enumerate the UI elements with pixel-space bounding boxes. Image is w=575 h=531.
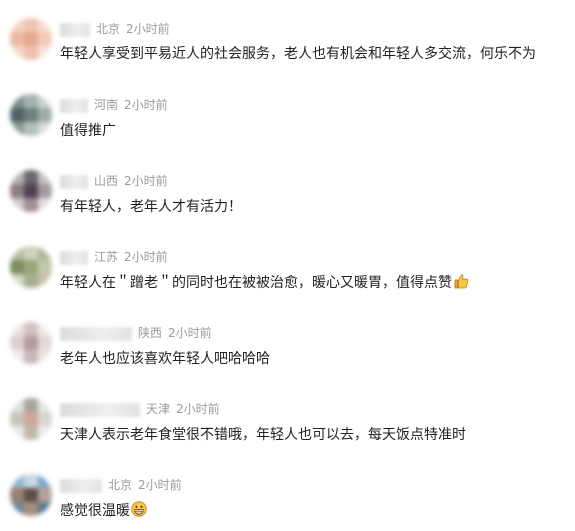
comment-location: 北京 <box>108 478 133 492</box>
comment-text: 有年轻人，老年人才有活力！ <box>60 199 242 215</box>
avatar[interactable] <box>10 94 52 136</box>
comment-location: 江苏 <box>94 250 119 264</box>
comment-item: 天津 2小时前 天津人表示老年食堂很不错哦，年轻人也可以去，每天饭点特准时 <box>0 380 575 455</box>
comment-location: 河南 <box>94 98 119 112</box>
comment-meta: 北京 2小时前 <box>60 20 170 38</box>
username-blurred[interactable] <box>60 402 140 417</box>
comment-item: 江苏 2小时前 年轻人在＂蹭老＂的同时也在被被治愈，暖心又暖胃，值得点赞 <box>0 228 575 303</box>
comment-time: 2小时前 <box>138 478 182 492</box>
comment-time: 2小时前 <box>176 402 220 416</box>
avatar[interactable] <box>10 398 52 440</box>
avatar[interactable] <box>10 246 52 288</box>
username-blurred[interactable] <box>60 22 90 37</box>
username-blurred[interactable] <box>60 326 132 341</box>
grinning-face-emoji <box>131 501 147 517</box>
comment-location: 北京 <box>96 22 121 36</box>
username-blurred[interactable] <box>60 478 102 493</box>
comment-location: 天津 <box>146 402 171 416</box>
comment-text: 年轻人在＂蹭老＂的同时也在被被治愈，暖心又暖胃，值得点赞 <box>60 275 452 291</box>
comment-time: 2小时前 <box>126 22 170 36</box>
comment-item: 河南 2小时前 值得推广 <box>0 76 575 151</box>
comment-time: 2小时前 <box>168 326 212 340</box>
comment-meta: 江苏 2小时前 <box>60 248 168 266</box>
username-blurred[interactable] <box>60 98 88 113</box>
comment-text: 年轻人享受到平易近人的社会服务，老人也有机会和年轻人多交流，何乐不为 <box>60 46 536 62</box>
comment-time: 2小时前 <box>124 174 168 188</box>
avatar[interactable] <box>10 18 52 60</box>
comment-item: 山西 2小时前 有年轻人，老年人才有活力！ <box>0 152 575 227</box>
comment-meta: 陕西 2小时前 <box>60 324 212 342</box>
comment-location: 山西 <box>94 174 119 188</box>
avatar[interactable] <box>10 170 52 212</box>
comment-text: 感觉很温暖 <box>60 503 130 519</box>
comment-meta: 河南 2小时前 <box>60 96 168 114</box>
username-blurred[interactable] <box>60 174 88 189</box>
comment-text: 老年人也应该喜欢年轻人吧哈哈哈 <box>60 351 270 367</box>
comment-location: 陕西 <box>138 326 163 340</box>
avatar[interactable] <box>10 322 52 364</box>
comment-text: 值得推广 <box>60 123 116 139</box>
thumbs-up-emoji <box>454 274 469 289</box>
username-blurred[interactable] <box>60 250 88 265</box>
comment-meta: 北京 2小时前 <box>60 476 182 494</box>
comment-text-row: 年轻人在＂蹭老＂的同时也在被被治愈，暖心又暖胃，值得点赞 <box>60 273 469 293</box>
comment-item: 北京 2小时前 年轻人享受到平易近人的社会服务，老人也有机会和年轻人多交流，何乐不… <box>0 0 575 75</box>
comment-item: 北京 2小时前 感觉很温暖 <box>0 456 575 531</box>
comment-meta: 山西 2小时前 <box>60 172 168 190</box>
comment-text: 天津人表示老年食堂很不错哦，年轻人也可以去，每天饭点特准时 <box>60 427 466 443</box>
comment-meta: 天津 2小时前 <box>60 400 220 418</box>
comment-time: 2小时前 <box>124 98 168 112</box>
avatar[interactable] <box>10 474 52 516</box>
comment-item: 陕西 2小时前 老年人也应该喜欢年轻人吧哈哈哈 <box>0 304 575 379</box>
comment-time: 2小时前 <box>124 250 168 264</box>
comment-text-row: 感觉很温暖 <box>60 501 147 521</box>
